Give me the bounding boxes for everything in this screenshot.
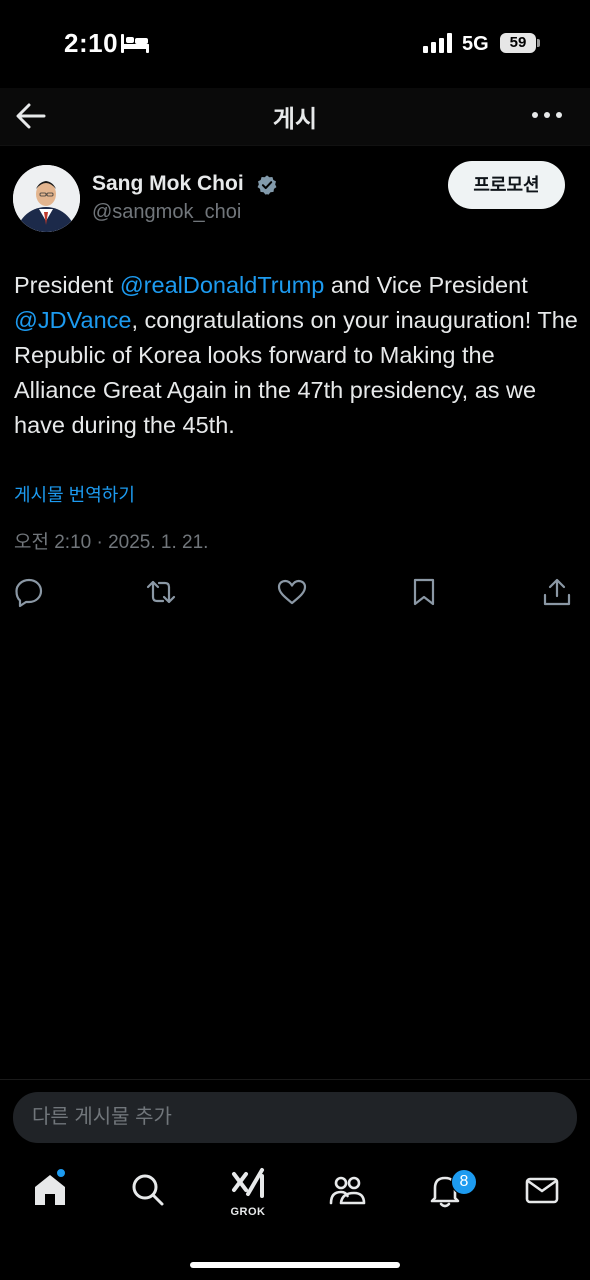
search-icon[interactable] (128, 1170, 168, 1210)
post-text-segment: and Vice President (324, 272, 528, 298)
author-handle[interactable]: @sangmok_choi (92, 201, 241, 224)
share-icon[interactable] (541, 576, 573, 608)
mention-link[interactable]: @JDVance (14, 307, 131, 333)
sleep-focus-icon (121, 34, 149, 53)
status-bar: 2:10 5G 59 (0, 0, 590, 88)
cellular-signal-icon (423, 33, 452, 53)
avatar[interactable] (13, 165, 80, 232)
translate-post-link[interactable]: 게시물 번역하기 (14, 481, 135, 507)
divider (0, 1079, 590, 1080)
page-title: 게시 (272, 106, 318, 133)
notification-count-badge: 8 (451, 1169, 477, 1195)
status-time: 2:10 (64, 28, 119, 58)
promote-button[interactable]: 프로모션 (448, 161, 565, 209)
post-timestamp[interactable]: 오전 2:10 · 2025. 1. 21. (14, 527, 208, 554)
grok-icon[interactable] (228, 1166, 268, 1206)
mention-link[interactable]: @realDonaldTrump (120, 272, 325, 298)
more-options-icon[interactable] (530, 100, 564, 130)
reply-compose-input[interactable] (13, 1092, 577, 1143)
grok-label: GROK (230, 1206, 266, 1218)
post-text: President @realDonaldTrump and Vice Pres… (14, 268, 580, 443)
home-indicator (190, 1262, 400, 1268)
author-name[interactable]: Sang Mok Choi (92, 172, 244, 196)
home-unread-dot (56, 1168, 66, 1178)
battery-level: 59 (509, 34, 527, 51)
messages-icon[interactable] (522, 1170, 562, 1210)
repost-icon[interactable] (145, 576, 177, 608)
post-header: 게시 (0, 88, 590, 146)
battery-icon: 59 (500, 33, 540, 53)
verified-badge-icon (257, 175, 277, 195)
bookmark-icon[interactable] (408, 576, 440, 608)
like-icon[interactable] (276, 576, 308, 608)
communities-icon[interactable] (327, 1170, 367, 1210)
post-text-segment: President (14, 272, 120, 298)
reply-icon[interactable] (13, 576, 45, 608)
network-type: 5G (462, 33, 489, 55)
